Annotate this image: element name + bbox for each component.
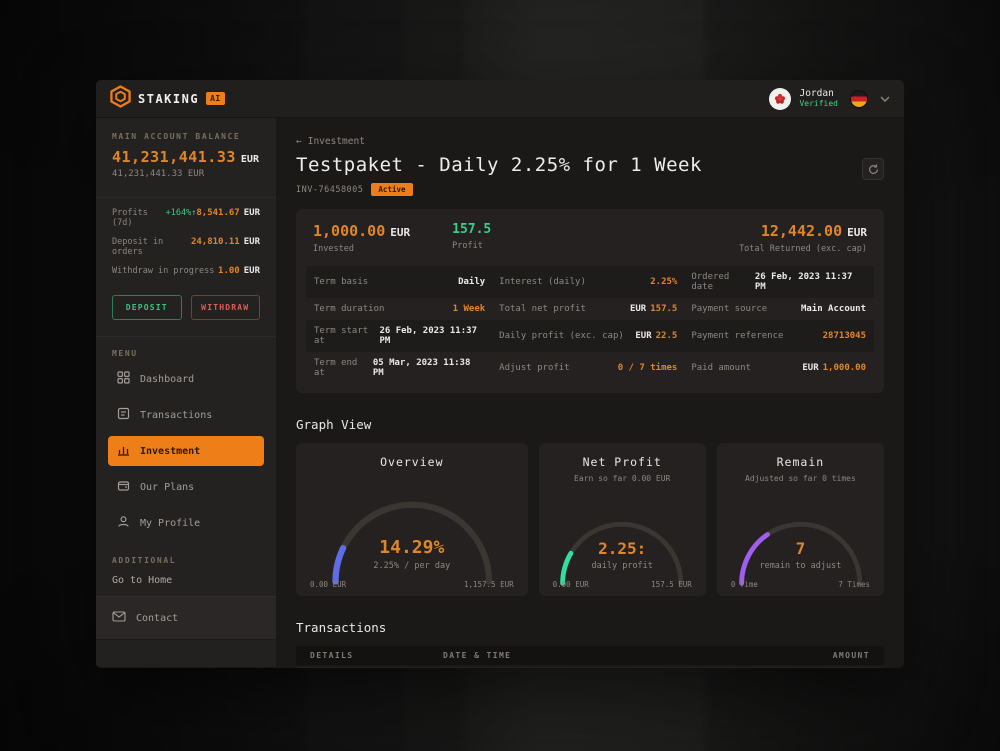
total-returned-stat: 12,442.00 EUR Total Returned (exc. cap) <box>739 222 867 254</box>
avatar <box>769 88 791 110</box>
transactions-table: DETAILS DATE & TIME AMOUNT Investment 26… <box>296 646 884 668</box>
profile-icon <box>117 515 130 531</box>
user-name: Jordan <box>799 88 838 100</box>
withdraw-button[interactable]: WITHDRAW <box>191 295 261 320</box>
user-menu[interactable]: Jordan Verified <box>769 88 838 110</box>
language-flag-icon[interactable] <box>850 90 868 108</box>
investment-summary-card: 1,000.00 EUR Invested 157.5 Profit 12,44… <box>296 209 884 393</box>
investment-icon <box>117 443 130 459</box>
stat-withdraw-in-progress: Withdraw in progress 1.00 EUR <box>112 266 260 276</box>
menu-label: MENU <box>108 349 264 358</box>
additional-section: ADDITIONAL Go to Home <box>96 546 276 596</box>
invested-stat: 1,000.00 EUR Invested <box>313 222 410 254</box>
back-to-investment-link[interactable]: ← Investment <box>296 136 702 147</box>
stat-deposit-in-orders: Deposit in orders 24,810.11 EUR <box>112 237 260 257</box>
table-row: Term basis Daily Interest (daily) 2.25% … <box>306 266 874 298</box>
transactions-header-row: DETAILS DATE & TIME AMOUNT <box>296 646 884 665</box>
table-row: Term end at 05 Mar, 2023 11:38 PM Adjust… <box>306 352 874 384</box>
account-stats: Profits (7d) +164%↑ 8,541.67 EUR Deposit… <box>96 197 276 289</box>
sidebar-item-our-plans[interactable]: Our Plans <box>108 472 264 502</box>
staking-logo-icon <box>110 85 131 112</box>
table-row[interactable]: Investment 26 Feb, 2023 11:37 PM - 1,000… <box>296 667 884 668</box>
investment-details-table: Term basis Daily Interest (daily) 2.25% … <box>306 266 874 384</box>
balance-label: MAIN ACCOUNT BALANCE <box>112 132 260 141</box>
app-window: STAKING AI Jordan Verified <box>96 80 904 668</box>
top-bar: STAKING AI Jordan Verified <box>96 80 904 118</box>
sidebar-item-label: Investment <box>140 446 200 457</box>
remain-gauge-card: Remain Adjusted so far 0 times 7 remain … <box>717 443 884 596</box>
dashboard-icon <box>117 371 130 387</box>
back-arrow-icon: ← <box>296 136 302 147</box>
transactions-icon <box>117 407 130 423</box>
invoice-reference: INV-76458005 <box>296 185 363 195</box>
user-verified-status: Verified <box>799 99 838 109</box>
additional-label: ADDITIONAL <box>112 556 260 565</box>
overview-gauge-card: Overview 14.29% 2.25% / per day 0.00 EUR… <box>296 443 528 596</box>
table-row: Term start at 26 Feb, 2023 11:37 PM Dail… <box>306 320 874 352</box>
balance-section: MAIN ACCOUNT BALANCE 41,231,441.33 EUR 4… <box>96 118 276 189</box>
sidebar-item-label: Our Plans <box>140 482 194 493</box>
sidebar-item-contact[interactable]: Contact <box>96 596 276 640</box>
sidebar-item-label: Dashboard <box>140 374 194 385</box>
brand-name: STAKING <box>138 92 199 106</box>
deposit-button[interactable]: DEPOSIT <box>112 295 182 320</box>
profit-stat: 157.5 Profit <box>452 222 491 251</box>
sidebar-footer <box>96 640 276 667</box>
stat-profits-7d: Profits (7d) +164%↑ 8,541.67 EUR <box>112 208 260 228</box>
brand-ai-badge: AI <box>206 92 225 105</box>
graph-view-heading: Graph View <box>296 417 884 432</box>
brand-logo[interactable]: STAKING AI <box>110 85 225 112</box>
sidebar-item-transactions[interactable]: Transactions <box>108 400 264 430</box>
page-title: Testpaket - Daily 2.25% for 1 Week <box>296 154 702 176</box>
net-profit-gauge-card: Net Profit Earn so far 0.00 EUR 2.25: da… <box>539 443 706 596</box>
balance-secondary: 41,231,441.33 EUR <box>112 169 260 179</box>
chevron-down-icon[interactable] <box>880 96 890 102</box>
status-badge: Active <box>371 183 412 196</box>
sidebar-item-my-profile[interactable]: My Profile <box>108 508 264 538</box>
wallet-icon <box>117 479 130 495</box>
balance-value: 41,231,441.33 <box>112 148 236 166</box>
sidebar-item-dashboard[interactable]: Dashboard <box>108 364 264 394</box>
refresh-button[interactable] <box>862 158 884 180</box>
sidebar-item-investment[interactable]: Investment <box>108 436 264 466</box>
main-content: ← Investment Testpaket - Daily 2.25% for… <box>277 118 904 667</box>
profit-delta: +164%↑ <box>166 208 197 218</box>
balance-currency: EUR <box>241 154 259 165</box>
sidebar-item-label: My Profile <box>140 518 200 529</box>
main-menu: MENU Dashboard Transactions <box>96 336 276 546</box>
go-to-home-link[interactable]: Go to Home <box>112 575 260 586</box>
table-row: Term duration 1 Week Total net profit EU… <box>306 298 874 320</box>
envelope-icon <box>112 611 126 625</box>
sidebar: MAIN ACCOUNT BALANCE 41,231,441.33 EUR 4… <box>96 118 277 667</box>
transactions-heading: Transactions <box>296 620 884 635</box>
sidebar-item-label: Transactions <box>140 410 212 421</box>
contact-label: Contact <box>136 613 178 624</box>
